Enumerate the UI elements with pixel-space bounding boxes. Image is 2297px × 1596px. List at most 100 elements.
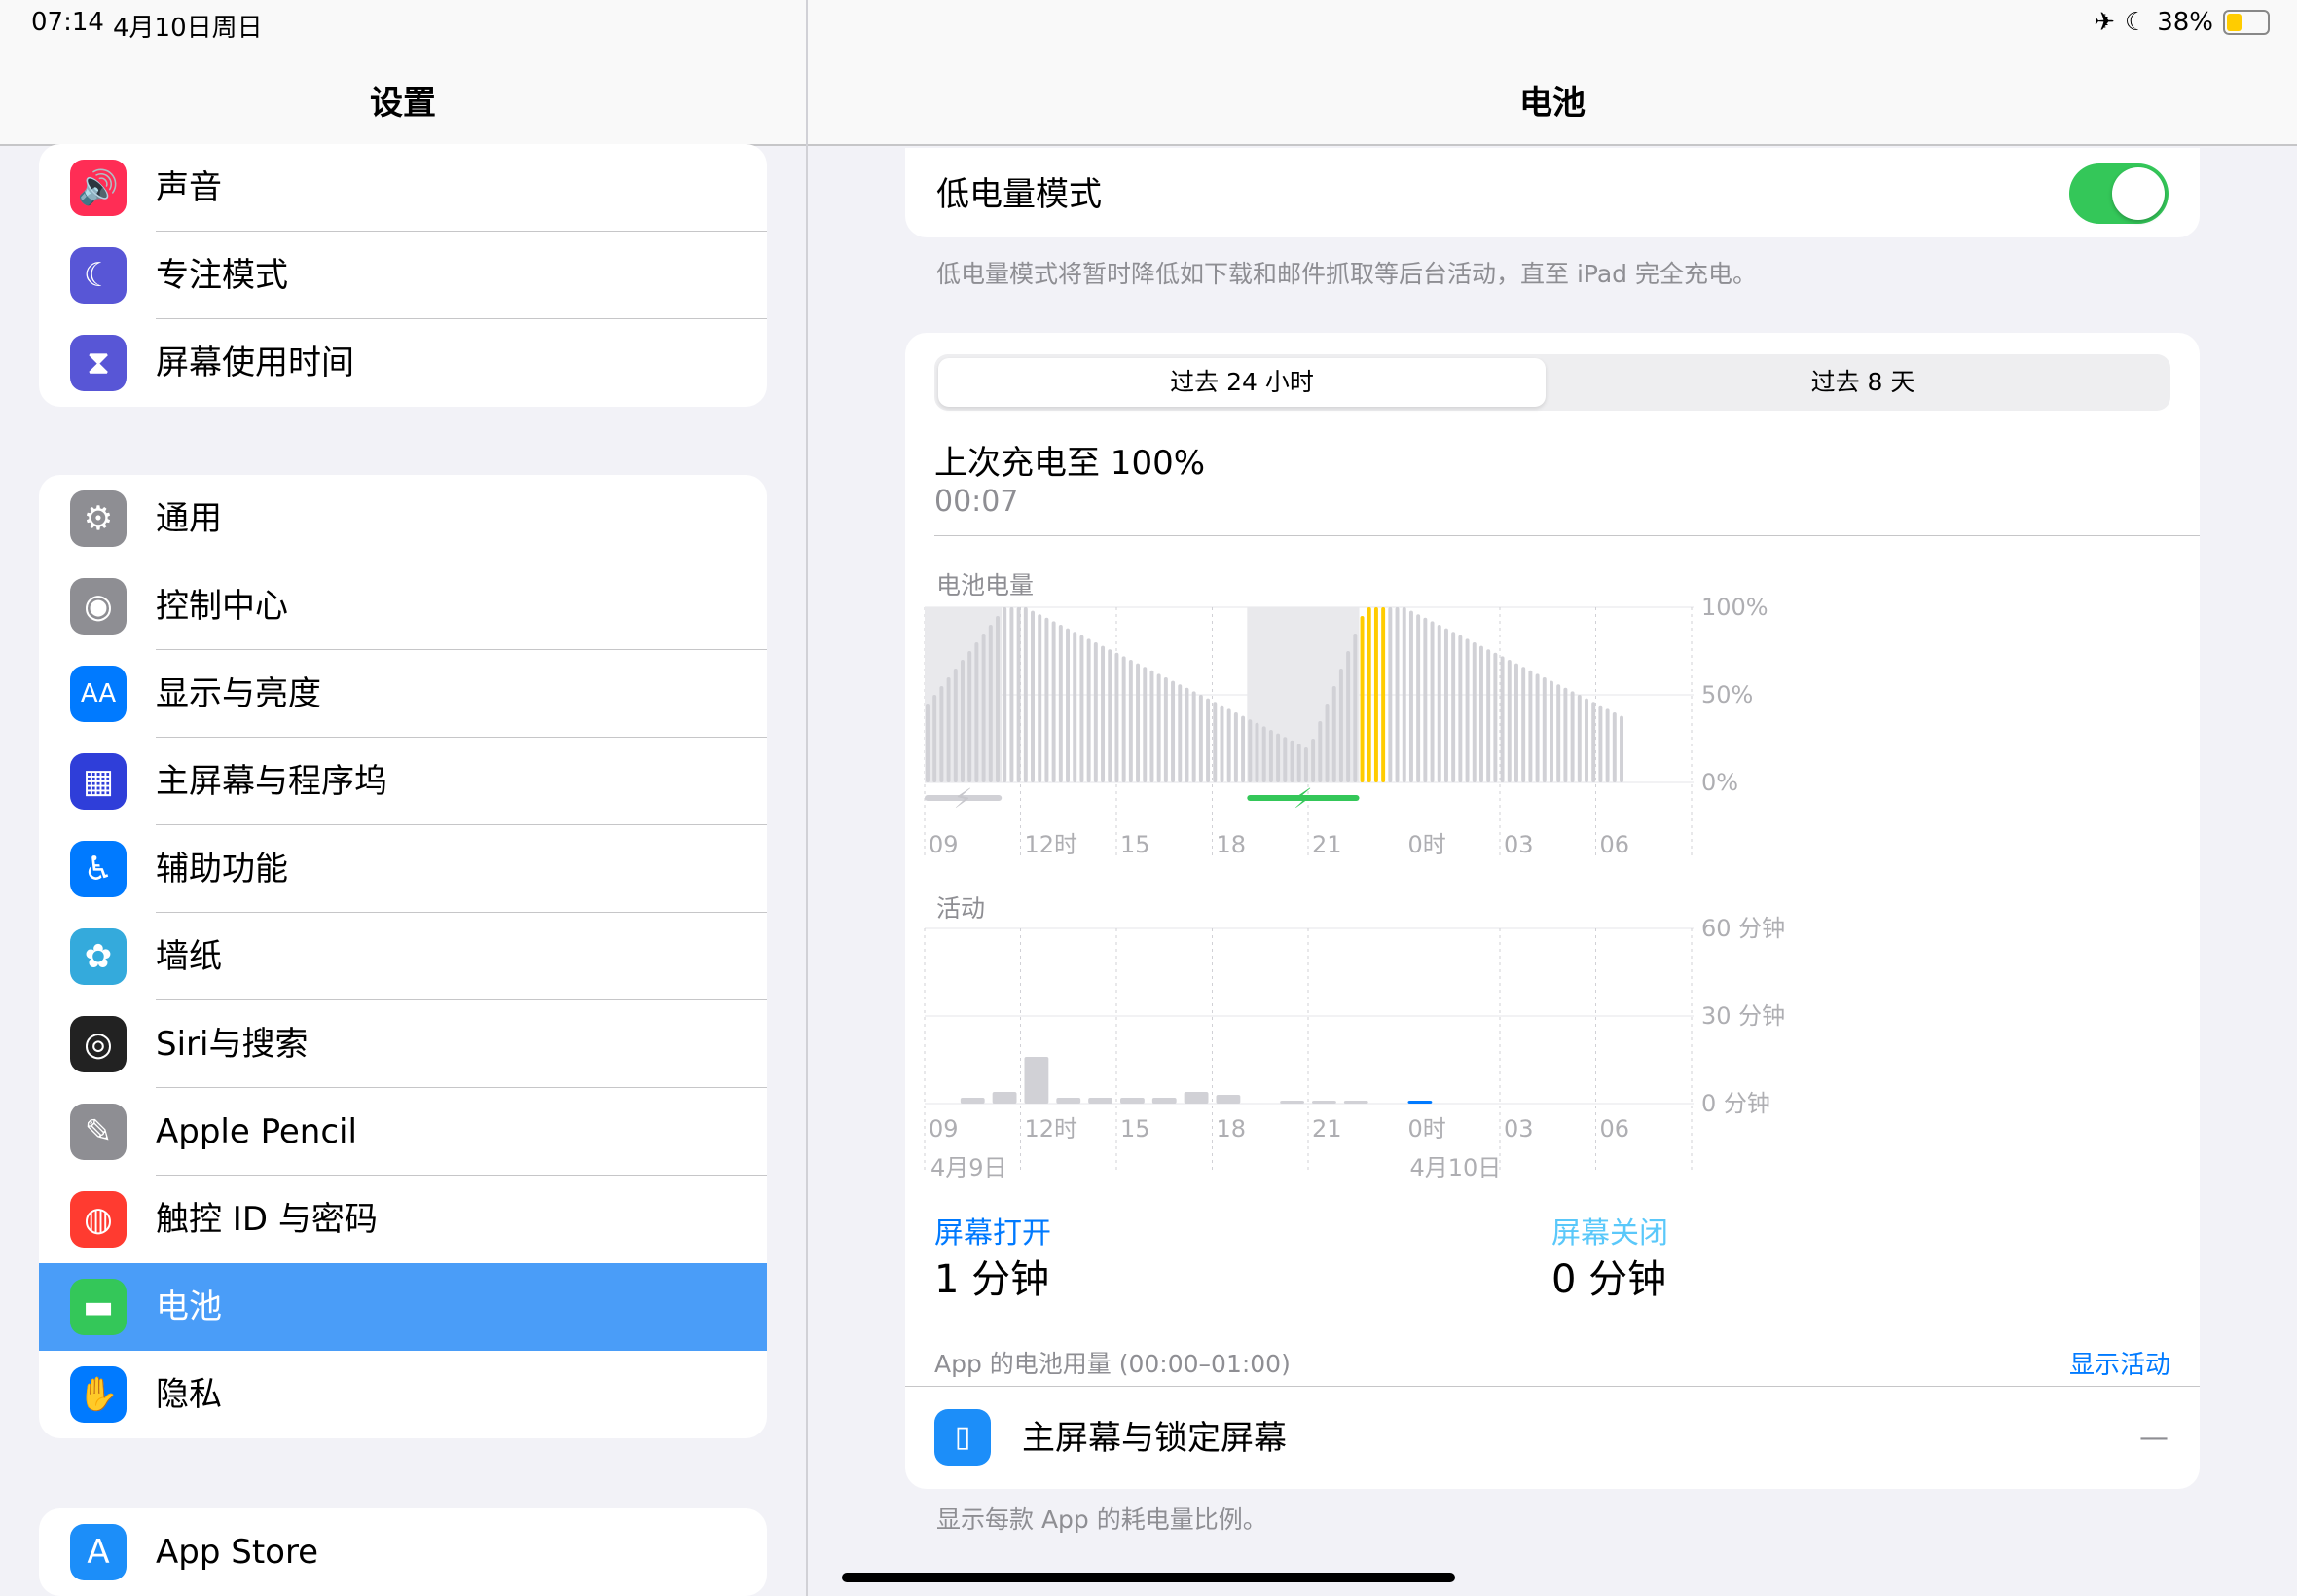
activity-bar — [960, 1098, 985, 1104]
screen-off-label: 屏幕关闭 — [1551, 1216, 1668, 1251]
sidebar-item[interactable]: 🔊 声音 — [39, 144, 767, 232]
battery-bar — [1213, 702, 1218, 782]
flower-icon: ✿ — [70, 928, 127, 985]
gear-icon: ⚙ — [70, 490, 127, 547]
sidebar-item[interactable]: ✋ 隐私 — [39, 1351, 767, 1438]
battery-bar — [1493, 652, 1498, 782]
sidebar-item[interactable]: ♿ 辅助功能 — [39, 825, 767, 913]
sidebar-item-label: 通用 — [156, 499, 222, 538]
battery-bar — [1550, 680, 1553, 782]
battery-y-tick: 50% — [1701, 681, 1753, 708]
activity-bar — [1312, 1101, 1336, 1104]
activity-bar — [1280, 1101, 1304, 1104]
detail-title: 电池 — [1519, 84, 1586, 123]
screen-on-value: 1 分钟 — [934, 1257, 1050, 1302]
sidebar-item[interactable]: ☾ 专注模式 — [39, 232, 767, 319]
battery-bar — [1486, 649, 1491, 782]
siri-icon: ◎ — [70, 1016, 127, 1072]
battery-bar — [1136, 663, 1141, 782]
battery-bar — [1570, 691, 1575, 782]
sidebar-item-label: Siri与搜索 — [156, 1025, 309, 1064]
battery-bar — [1296, 744, 1301, 782]
ipad-icon: ▯ — [934, 1409, 991, 1466]
battery-bar — [1408, 610, 1413, 782]
screen-off-value: 0 分钟 — [1551, 1257, 1667, 1302]
sidebar-item-label: 墙纸 — [156, 937, 222, 976]
low-power-toggle[interactable] — [2069, 163, 2169, 224]
battery-bar — [1016, 607, 1021, 782]
usage-card: 过去 24 小时 过去 8 天 上次充电至 100% 00:07 电池电量 活动… — [905, 333, 2200, 1489]
battery-x-tick: 18 — [1217, 831, 1247, 858]
sidebar-item[interactable]: ⚙ 通用 — [39, 475, 767, 562]
settings-group-2: ⚙ 通用 ◉ 控制中心 AA 显示与亮度 ▦ 主屏幕与程序坞 ♿ 辅助功能 ✿ 墙纸 ◎ Siri与搜索 ✎… — [39, 475, 767, 1438]
battery-bar — [1373, 607, 1378, 782]
activity-date-label: 4月9日 — [930, 1154, 1007, 1181]
low-power-label: 低电量模式 — [936, 175, 1102, 214]
app-row-home-lock[interactable]: ▯ 主屏幕与锁定屏幕 — — [905, 1388, 2200, 1489]
battery-x-tick: 06 — [1600, 831, 1630, 858]
battery-x-tick: 21 — [1312, 831, 1342, 858]
battery-bar — [1009, 607, 1014, 782]
moon-icon: ☾ — [2124, 8, 2148, 37]
sidebar-item[interactable]: ◎ Siri与搜索 — [39, 1000, 767, 1088]
sidebar-item-label: 电池 — [156, 1288, 222, 1326]
status-battery-pct: 38% — [2157, 8, 2213, 37]
sidebar-item[interactable]: A App Store — [39, 1508, 767, 1596]
activity-bar — [1407, 1101, 1433, 1104]
sidebar-item-label: 屏幕使用时间 — [156, 344, 354, 382]
sidebar-item[interactable]: ▬ 电池 — [39, 1263, 767, 1351]
activity-y-tick: 60 分钟 — [1701, 915, 1785, 942]
battery-bar — [1542, 677, 1547, 782]
battery-bar — [1338, 669, 1343, 782]
hourglass-icon: ⧗ — [70, 335, 127, 391]
sidebar-item[interactable]: ✎ Apple Pencil — [39, 1088, 767, 1176]
battery-bar — [1367, 607, 1371, 782]
battery-bar — [1598, 705, 1603, 782]
detail-header: ✈ ☾ 38% 电池 — [808, 0, 2297, 146]
battery-bar — [1472, 642, 1477, 782]
battery-bar — [1591, 702, 1596, 782]
home-indicator[interactable] — [842, 1573, 1455, 1582]
screen-on-label: 屏幕打开 — [934, 1216, 1051, 1251]
battery-bar — [1283, 737, 1288, 782]
charging-bolt-icon: ⚡ — [1294, 782, 1313, 815]
battery-bar — [981, 634, 986, 782]
activity-x-tick: 12时 — [1025, 1115, 1078, 1143]
battery-bar — [1430, 621, 1435, 782]
activity-y-tick: 30 分钟 — [1701, 1002, 1785, 1030]
sidebar-item[interactable]: ◉ 控制中心 — [39, 562, 767, 650]
battery-bar — [1360, 616, 1365, 782]
sidebar-item-label: App Store — [156, 1533, 319, 1572]
settings-group-3: A App Store — [39, 1508, 767, 1596]
sidebar-item-label: 辅助功能 — [156, 850, 288, 889]
sidebar-item[interactable]: ✿ 墙纸 — [39, 913, 767, 1000]
sidebar-item[interactable]: ◍ 触控 ID 与密码 — [39, 1176, 767, 1263]
battery-bar — [1066, 628, 1071, 782]
battery-bar — [1121, 656, 1126, 782]
battery-bar — [1478, 645, 1483, 782]
sidebar-item[interactable]: ▦ 主屏幕与程序坞 — [39, 738, 767, 825]
battery-bar — [1513, 663, 1518, 782]
sidebar-item[interactable]: ⧗ 屏幕使用时间 — [39, 319, 767, 407]
battery-bar — [1331, 686, 1336, 782]
battery-bar — [1268, 730, 1273, 782]
sidebar-item-label: 显示与亮度 — [156, 674, 321, 713]
activity-x-tick: 09 — [929, 1115, 959, 1143]
activity-bar — [1120, 1098, 1145, 1104]
battery-bar — [1149, 670, 1154, 782]
show-activity-button[interactable]: 显示活动 — [2069, 1345, 2170, 1381]
battery-x-tick: 0时 — [1408, 831, 1446, 858]
battery-bar — [1023, 607, 1028, 782]
sidebar-item-label: Apple Pencil — [156, 1112, 357, 1151]
low-power-footer: 低电量模式将暂时降低如下载和邮件抓取等后台活动，直至 iPad 完全充电。 — [936, 260, 1757, 288]
battery-bar — [939, 686, 944, 782]
battery-bar — [1290, 740, 1294, 782]
battery-bar — [1528, 670, 1533, 782]
battery-bar — [1416, 614, 1421, 782]
battery-bar — [1521, 667, 1526, 782]
battery-bar — [1248, 719, 1253, 782]
battery-bar — [988, 625, 993, 782]
battery-bar — [1206, 698, 1211, 782]
sidebar-item[interactable]: AA 显示与亮度 — [39, 650, 767, 738]
status-battery-icon — [2223, 10, 2270, 35]
